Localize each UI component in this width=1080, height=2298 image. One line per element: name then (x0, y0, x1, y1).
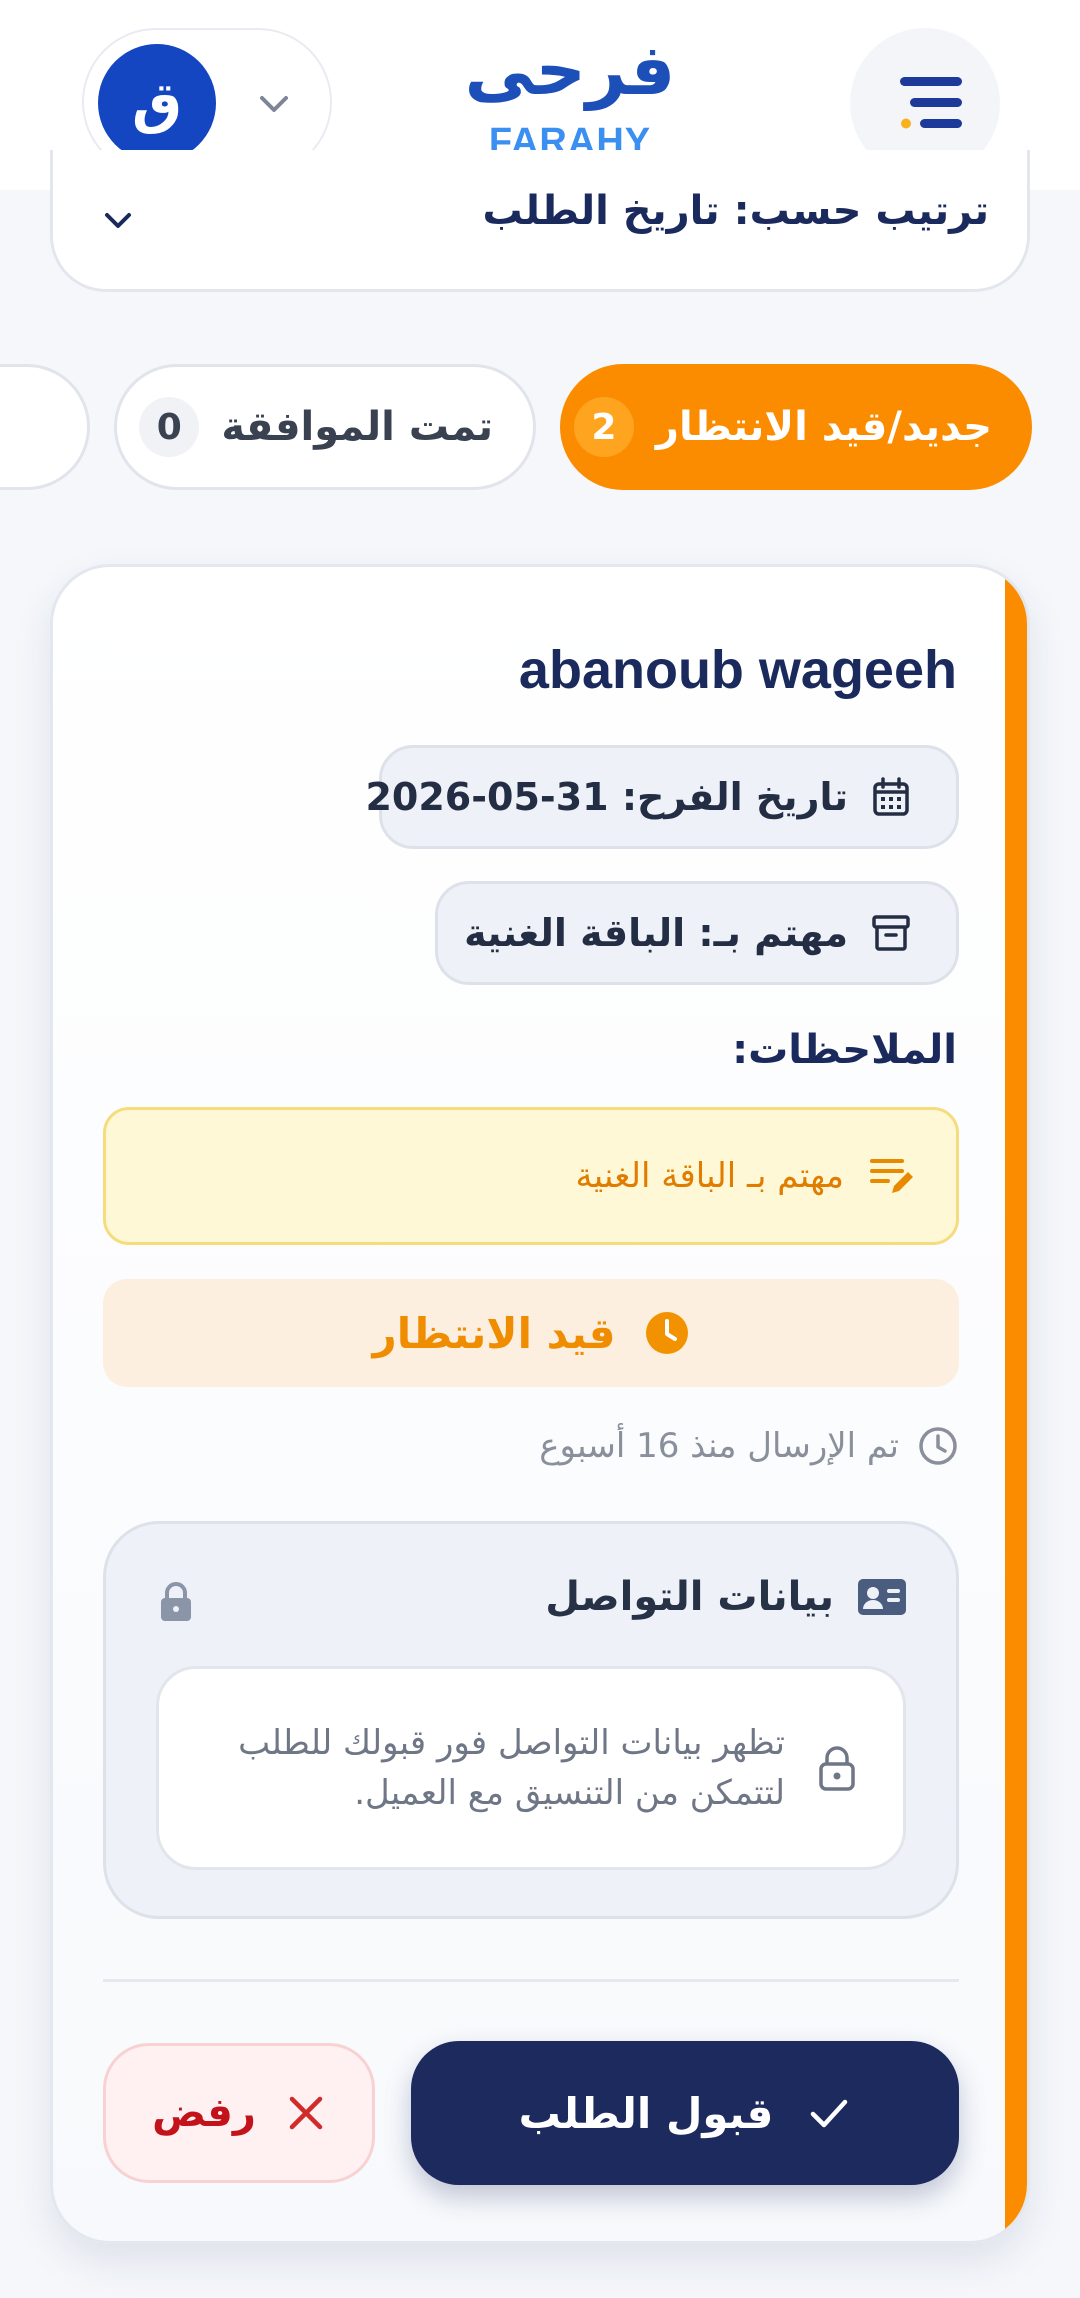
avatar: ق (98, 44, 216, 162)
tab-approved-count: 0 (139, 397, 200, 457)
contact-info-section: بيانات التواصل تظهر بيانات التواصل فور ق… (103, 1521, 959, 1919)
sort-dropdown[interactable]: ترتيب حسب: تاريخ الطلب (50, 150, 1030, 292)
contact-locked-text: تظهر بيانات التواصل فور قبولك للطلب لتتم… (238, 1718, 785, 1818)
check-icon (811, 2099, 848, 2128)
sent-time: تم الإرسال منذ 16 أسبوع (539, 1425, 959, 1467)
wedding-date-chip: تاريخ الفرح: 31-05-2026 (365, 745, 959, 849)
note-box: مهتم بـ الباقة الغنية (103, 1107, 959, 1245)
logo-arabic: فرحى (464, 29, 676, 111)
wedding-date-text: تاريخ الفرح: 31-05-2026 (365, 775, 848, 819)
note-edit-icon (870, 1159, 913, 1193)
notes-heading: الملاحظات: (732, 1027, 957, 1073)
chevron-down-icon (105, 213, 131, 228)
request-card: abanoub wageeh تاريخ الفرح: 31-05-2026 م… (50, 564, 1030, 2244)
package-chip: مهتم بـ: الباقة الغنية (435, 881, 959, 985)
reject-request-label: رفض (152, 2090, 256, 2136)
reject-request-button[interactable]: رفض (103, 2043, 375, 2183)
package-text: مهتم بـ: الباقة الغنية (464, 911, 848, 955)
chevron-down-icon (260, 96, 288, 112)
contact-info-heading: بيانات التواصل (545, 1574, 908, 1620)
tab-approved[interactable]: تمت الموافقة 0 (114, 364, 536, 490)
note-text: مهتم بـ الباقة الغنية (575, 1156, 844, 1196)
status-tabs: جديد/قيد الانتظار 2 تمت الموافقة 0 (0, 364, 1080, 492)
tab-pending[interactable]: جديد/قيد الانتظار 2 (560, 364, 1032, 490)
lock-icon (161, 1582, 191, 1621)
status-text: قيد الانتظار (372, 1308, 616, 1358)
sent-time-text: تم الإرسال منذ 16 أسبوع (539, 1426, 899, 1466)
accept-request-button[interactable]: قبول الطلب (411, 2041, 959, 2185)
calendar-icon (873, 777, 909, 816)
tab-approved-label: تمت الموافقة (221, 404, 493, 450)
tab-next-partial[interactable] (0, 364, 90, 490)
contact-card-icon (858, 1579, 906, 1615)
status-badge: قيد الانتظار (103, 1279, 959, 1387)
close-icon (289, 2096, 323, 2130)
card-status-accent (1005, 567, 1027, 2241)
menu-icon (900, 77, 962, 129)
tab-pending-count: 2 (573, 397, 634, 457)
contact-locked-message: تظهر بيانات التواصل فور قبولك للطلب لتتم… (156, 1666, 906, 1870)
client-name: abanoub wageeh (518, 640, 957, 700)
archive-box-icon (872, 915, 910, 951)
divider (103, 1979, 959, 1982)
clock-icon (645, 1312, 688, 1354)
contact-locked-line-1: تظهر بيانات التواصل فور قبولك للطلب (238, 1723, 785, 1763)
lock-outline-icon (819, 1746, 855, 1791)
tab-pending-label: جديد/قيد الانتظار (655, 404, 992, 450)
sort-label: ترتيب حسب: تاريخ الطلب (482, 188, 989, 234)
contact-locked-line-2: لتتمكن من التنسيق مع العميل. (354, 1773, 785, 1813)
contact-info-title: بيانات التواصل (545, 1574, 834, 1620)
accept-request-label: قبول الطلب (518, 2088, 774, 2138)
clock-outline-icon (919, 1427, 957, 1465)
